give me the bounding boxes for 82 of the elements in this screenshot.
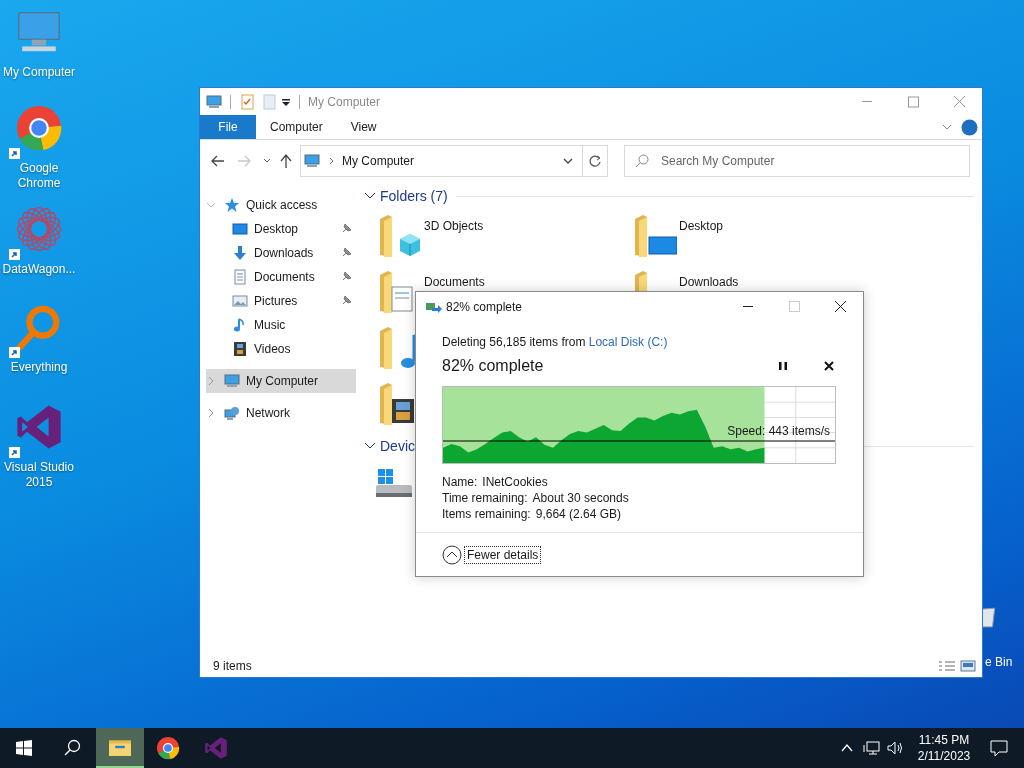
nav-label: Downloads — [254, 245, 314, 262]
window-title: My Computer — [308, 93, 381, 111]
nav-label: Videos — [254, 341, 291, 358]
computer-icon — [224, 373, 240, 389]
up-arrow-icon[interactable] — [278, 153, 294, 169]
nav-item[interactable]: Downloads — [206, 241, 356, 265]
pause-icon[interactable] — [776, 359, 790, 373]
network-icon[interactable] — [863, 740, 881, 756]
nav-item[interactable]: Documents — [206, 265, 356, 289]
speed-label: Speed: 443 items/s — [727, 424, 830, 438]
detail-label: Name: — [442, 474, 478, 490]
computer-icon — [206, 93, 222, 110]
chrome-icon — [156, 736, 180, 760]
windows-logo-icon — [16, 740, 32, 756]
item-count: 9 items — [213, 658, 252, 675]
nav-item[interactable]: Videos — [206, 337, 356, 361]
checklist-icon[interactable] — [239, 93, 255, 110]
film-icon — [232, 341, 248, 357]
detail-label: Items remaining: — [442, 506, 531, 522]
address-path: My Computer — [342, 153, 415, 170]
ribbon-tab[interactable]: View — [336, 115, 391, 139]
visual-studio-icon — [204, 736, 228, 760]
percent-complete-heading: 82% complete — [442, 356, 544, 376]
nav-item[interactable]: Music — [206, 313, 356, 337]
folder-label[interactable]: 3D Objects — [424, 217, 484, 235]
nav-item[interactable]: Desktop — [206, 217, 356, 241]
notification-icon[interactable] — [989, 739, 1009, 757]
icon-label: e Bin — [985, 654, 1013, 671]
back-arrow-icon[interactable] — [210, 153, 226, 169]
desktop-icon-label[interactable]: Visual Studio 2015 — [0, 460, 78, 490]
detail-value: 9,664 (2.64 GB) — [535, 506, 622, 522]
nav-label: Desktop — [254, 221, 299, 238]
nav-label: Pictures — [254, 293, 298, 310]
folder-label[interactable]: Downloads — [679, 273, 739, 291]
computer-icon — [304, 153, 320, 169]
nav-label: Network — [246, 405, 290, 422]
nav-item[interactable]: Network — [206, 401, 356, 425]
nav-item[interactable]: Pictures — [206, 289, 356, 313]
folder-label[interactable]: Documents — [424, 273, 485, 291]
ribbon-tab[interactable]: Computer — [256, 115, 337, 139]
folder-label[interactable]: Desktop — [679, 217, 724, 235]
nav-label: My Computer — [246, 373, 319, 390]
network-icon — [224, 405, 240, 421]
folder-with-screen-icon — [633, 213, 677, 259]
picture-icon — [232, 293, 248, 309]
search-icon — [635, 154, 649, 168]
visual-studio-icon — [15, 403, 63, 451]
detail-value: INetCookies — [482, 474, 548, 490]
clock-time: 11:45 PM — [918, 732, 970, 748]
collapse-chevron-icon[interactable] — [442, 544, 462, 565]
nav-label: Documents — [254, 269, 315, 286]
star-icon — [224, 197, 240, 213]
ribbon-tab[interactable]: File — [200, 115, 256, 139]
details-toggle[interactable]: Fewer details — [464, 545, 542, 564]
large-icons-view-icon[interactable] — [960, 659, 976, 673]
volume-icon[interactable] — [886, 740, 904, 756]
down-arrow-icon — [232, 245, 248, 261]
address-bar[interactable]: My Computer — [300, 145, 608, 177]
source-link[interactable]: Local Disk (C:) — [588, 335, 668, 349]
collapsed-chevron-icon[interactable] — [206, 408, 216, 418]
chrome-icon — [15, 104, 63, 152]
clock[interactable]: 11:45 PM 2/11/2023 — [912, 732, 976, 764]
search-field[interactable]: Search My Computer — [624, 145, 970, 177]
section-header[interactable]: Folders (7) — [380, 185, 448, 207]
clock-date: 2/11/2023 — [917, 748, 971, 764]
nav-item[interactable]: Quick access — [206, 193, 356, 217]
cancel-icon[interactable] — [822, 359, 836, 373]
nav-label: Quick access — [246, 197, 318, 214]
detail-value: About 30 seconds — [532, 490, 629, 506]
nav-label: Music — [254, 317, 286, 334]
dialog-title: 82% complete — [446, 298, 523, 316]
search-input[interactable]: Search My Computer — [661, 152, 861, 170]
section-header[interactable]: Devic — [380, 435, 415, 457]
document-icon — [232, 269, 248, 285]
file-transfer-icon — [426, 300, 442, 313]
flower-pattern-icon — [15, 205, 63, 253]
nav-item[interactable]: My Computer — [206, 369, 356, 393]
search-icon — [63, 739, 81, 757]
desktop-icon — [232, 221, 248, 237]
detail-label: Time remaining: — [442, 490, 528, 506]
folder-with-cube-icon — [378, 213, 422, 259]
operation-summary: Deleting 56,185 items from Local Disk (C:) — [442, 334, 669, 351]
